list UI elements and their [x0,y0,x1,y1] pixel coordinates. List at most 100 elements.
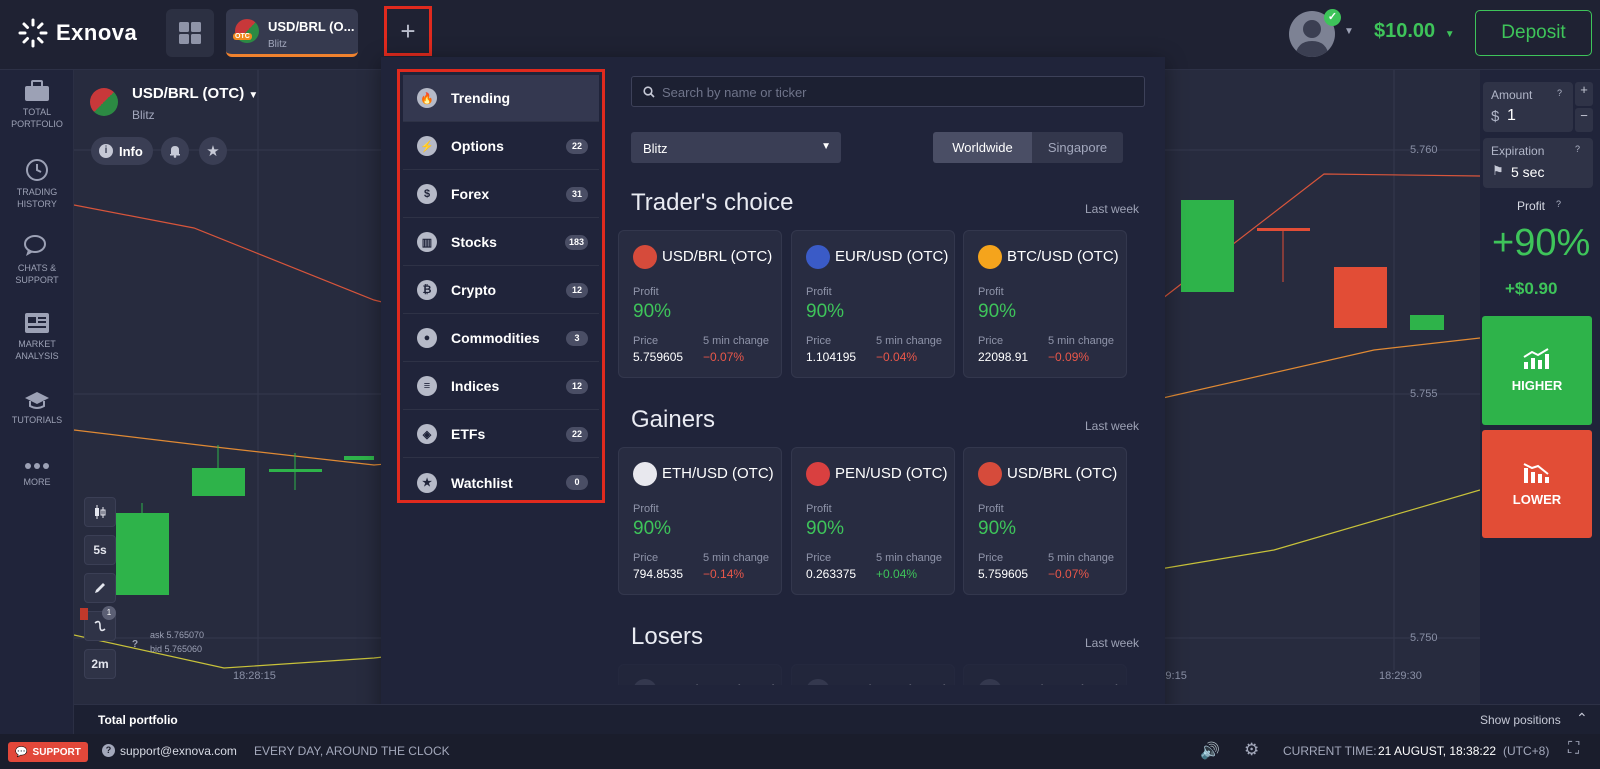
balance-display[interactable]: $10.00 ▼ [1374,20,1455,43]
change-value: +0.04% [876,567,918,581]
asset-card-name: USD/BRL (OTC) [1007,465,1118,482]
section-title: Losers [631,623,704,650]
profit-percent: +90% [1492,222,1591,264]
add-asset-button[interactable]: + [384,6,432,56]
info-label: Info [119,143,143,159]
profit-label: Profit [806,503,832,515]
candle [1410,315,1444,330]
profit-label: Profit [806,286,832,298]
asset-flag-icon [633,462,657,486]
asset-card[interactable]: USD/BRL (OTC) Profit 90% Price 5.759605 5 min… [963,447,1127,595]
avatar-caret-icon[interactable]: ▼ [1344,26,1354,37]
bid-price: bid 5.765060 [150,644,203,654]
nav-more[interactable]: MORE [0,460,74,488]
portfolio-label[interactable]: Total portfolio [98,713,178,727]
bell-icon [170,146,180,158]
nav-total-portfolio[interactable]: TOTAL PORTFOLIO [0,80,74,130]
amount-decrease-button[interactable]: − [1575,108,1593,132]
candle [344,456,374,460]
asset-card[interactable]: BTC/USD (OTC) Profit 90% Price 22098.91 5 min… [963,230,1127,378]
plus-icon: + [400,15,416,46]
price-label: Price [633,335,659,347]
higher-button[interactable]: HIGHER [1482,316,1592,425]
asset-flag-icon [978,245,1002,269]
nav-tutorials[interactable]: TUTORIALS [0,390,74,426]
price-value: 22098.91 [978,350,1029,364]
asset-card[interactable]: EUR/GBP (OTC) [791,664,955,685]
asset-grid-button[interactable] [166,9,214,57]
change-value: −0.07% [1048,567,1090,581]
graduation-cap-icon [25,392,49,409]
asset-card-name: PEN/USD (OTC) [835,465,948,482]
interval-button[interactable]: 5s [84,535,116,565]
chart-type-button[interactable] [84,497,116,527]
info-button[interactable]: i Info [91,137,153,165]
deposit-button[interactable]: Deposit [1475,10,1592,56]
current-time-label: CURRENT TIME: [1283,744,1377,758]
expiration-label: Expiration [1491,144,1545,158]
help-icon: ? [102,744,115,757]
zoom-button[interactable]: 2m [84,649,116,679]
support-button[interactable]: 💬 SUPPORT [8,742,88,762]
price-value: 794.8535 [633,567,684,581]
support-tagline: EVERY DAY, AROUND THE CLOCK [254,744,450,758]
asset-tab-usd-brl[interactable]: OTC USD/BRL (O... Blitz [226,9,358,57]
profit-label: Profit [1517,199,1546,213]
amount-increase-button[interactable]: + [1575,82,1593,106]
amount-field[interactable]: Amount ? $ 1 [1483,82,1573,132]
profit-label: Profit [978,286,1004,298]
favorite-button[interactable]: ★ [199,137,227,165]
briefcase-icon [25,80,49,101]
lower-label: LOWER [1512,491,1562,507]
time-axis-label: 18:29:30 [1379,670,1422,682]
chevron-up-icon[interactable]: ⌃ [1576,710,1588,727]
asset-card[interactable]: ETH/USD (OTC) Profit 90% Price 794.8535 5 min… [618,447,782,595]
change-label: 5 min change [876,335,943,347]
candle [1181,200,1234,292]
speaker-icon[interactable]: 🔊 [1200,741,1220,761]
expiration-value: 5 sec [1511,164,1545,180]
nav-trading-history[interactable]: TRADING HISTORY [0,158,74,210]
asset-card[interactable]: USD/BRL (OTC) Profit 90% Price 5.759605 5 min… [618,230,782,378]
price-label: Price [978,335,1004,347]
asset-card[interactable]: USD/MXN (OTC) [618,664,782,685]
chat-icon [24,235,46,256]
show-positions-link[interactable]: Show positions [1480,713,1561,727]
nav-market-analysis[interactable]: MARKET ANALYSIS [0,312,74,362]
candle [1334,267,1387,328]
amount-currency: $ [1491,108,1500,125]
asset-card-name: EUR/USD (OTC) [835,248,949,265]
lower-button[interactable]: LOWER [1482,430,1592,538]
asset-card[interactable]: AUD/CAD (OTC) [963,664,1127,685]
fullscreen-icon[interactable]: ⛶ [1568,740,1579,758]
nav-label: TOTAL PORTFOLIO [11,107,63,129]
expiration-field[interactable]: Expiration ? ⚑ 5 sec [1483,138,1593,188]
drawing-tool-button[interactable] [84,573,116,603]
app-logo[interactable]: Exnova [18,18,137,48]
asset-tab-subtitle: Blitz [268,39,287,50]
help-icon: ? [1556,199,1562,209]
chart-up-icon [1523,348,1549,369]
section-title: Gainers [631,406,716,433]
nav-chats-support[interactable]: CHATS & SUPPORT [0,234,74,286]
nav-label: TUTORIALS [11,415,63,425]
section-period[interactable]: Last week [1085,419,1139,433]
help-icon[interactable]: ? [132,639,138,650]
change-label: 5 min change [703,335,770,347]
pencil-icon [95,583,105,593]
asset-sections: Trader's choice Last week USD/BRL (OTC) Pro… [381,57,1165,685]
change-value: −0.14% [703,567,745,581]
support-email[interactable]: support@exnova.com [120,744,237,758]
price-label: Price [978,552,1004,564]
section-period[interactable]: Last week [1085,202,1139,216]
price-value: 0.263375 [806,567,857,581]
asset-card[interactable]: PEN/USD (OTC) Profit 90% Price 0.263375 5 min… [791,447,955,595]
asset-card[interactable]: EUR/USD (OTC) Profit 90% Price 1.104195 5 min… [791,230,955,378]
gear-icon[interactable]: ⚙ [1244,740,1259,760]
amount-label: Amount [1491,88,1533,102]
section-period[interactable]: Last week [1085,636,1139,650]
price-axis-label: 5.750 [1410,632,1438,644]
support-label: SUPPORT [32,746,81,758]
alert-button[interactable] [161,137,189,165]
chart-asset-selector[interactable]: USD/BRL (OTC) ▼ [132,85,258,102]
